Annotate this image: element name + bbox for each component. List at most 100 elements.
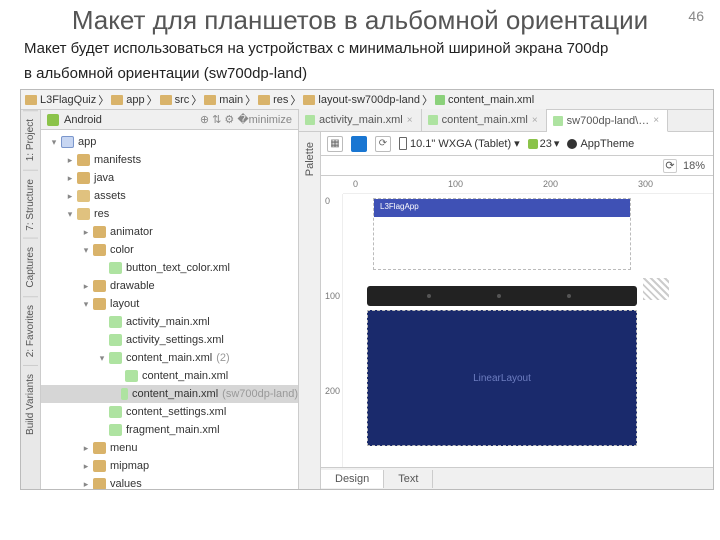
slide-number: 46 (688, 8, 704, 24)
tree-twisty-icon[interactable]: ▸ (65, 155, 75, 166)
folder-icon (93, 442, 106, 454)
breadcrumb-item[interactable]: content_main.xml (435, 94, 534, 106)
tab-favorites[interactable]: 2: Favorites (23, 296, 38, 365)
folder-res-icon (77, 208, 90, 220)
folder-icon (93, 460, 106, 472)
close-icon[interactable]: × (407, 115, 413, 126)
close-icon[interactable]: × (532, 115, 538, 126)
tree-node[interactable]: ▾layout (41, 295, 298, 313)
tree-twisty-icon[interactable]: ▸ (81, 281, 91, 292)
tab-project[interactable]: 1: Project (23, 110, 38, 169)
editor-tab[interactable]: sw700dp-land\…× (547, 110, 668, 132)
design-surface[interactable]: L3FlagApp LinearLayout (343, 194, 713, 467)
tree-node[interactable]: content_settings.xml (41, 403, 298, 421)
orientation-icon[interactable]: ⟳ (375, 136, 391, 152)
folder-icon (77, 172, 90, 184)
breadcrumb-item[interactable]: res (258, 94, 288, 106)
preview-linear-layout[interactable]: LinearLayout (367, 310, 637, 446)
tree-twisty-icon[interactable]: ▾ (81, 299, 91, 310)
folder-icon (25, 95, 37, 105)
palette-pane[interactable]: Palette (299, 132, 321, 489)
tree-node[interactable]: button_text_color.xml (41, 259, 298, 277)
tab-captures[interactable]: Captures (23, 238, 38, 296)
tree-twisty-icon[interactable]: ▸ (81, 227, 91, 238)
preview-appbar-frame[interactable]: L3FlagApp (373, 198, 631, 270)
editor-area: activity_main.xml×content_main.xml×sw700… (299, 110, 713, 489)
tree-node[interactable]: ▸ mipmap (41, 457, 298, 475)
project-pane: Android ⊕ ⇅ ⚙ �minimize ▾app▸manifests▸j… (41, 110, 299, 489)
tree-node[interactable]: fragment_main.xml (41, 421, 298, 439)
tree-node[interactable]: ▸ assets (41, 187, 298, 205)
resize-handle-icon[interactable] (643, 278, 669, 300)
theme-icon (567, 139, 577, 149)
tree-twisty-icon[interactable]: ▸ (81, 461, 91, 472)
tab-structure[interactable]: 7: Structure (23, 170, 38, 239)
tree-node[interactable]: ▸java (41, 169, 298, 187)
tree-twisty-icon[interactable]: ▸ (65, 191, 75, 202)
tree-node[interactable]: ▸drawable (41, 277, 298, 295)
tree-twisty-icon[interactable]: ▾ (97, 353, 107, 364)
preview-device-frame (367, 286, 637, 306)
editor-tab[interactable]: content_main.xml× (422, 109, 547, 131)
breadcrumb-item[interactable]: main (204, 94, 243, 106)
editor-tabs: activity_main.xml×content_main.xml×sw700… (299, 110, 713, 132)
project-view-selector[interactable]: Android ⊕ ⇅ ⚙ �minimize (41, 110, 298, 130)
tree-twisty-icon[interactable]: ▸ (65, 173, 75, 184)
tree-node[interactable]: activity_settings.xml (41, 331, 298, 349)
palette-label: Palette (302, 132, 318, 186)
tree-node[interactable]: ▸menu (41, 439, 298, 457)
tab-build-variants[interactable]: Build Variants (23, 365, 38, 443)
caption-line-2: в альбомной ориентации (sw700dp-land) (0, 63, 720, 88)
breadcrumb-item[interactable]: src (160, 94, 190, 106)
folder-icon (160, 95, 172, 105)
folder-icon (93, 280, 106, 292)
tree-twisty-icon[interactable]: ▾ (65, 209, 75, 220)
project-tree[interactable]: ▾app▸manifests▸java▸assets▾res▸animator▾… (41, 130, 298, 489)
device-selector[interactable]: 10.1" WXGA (Tablet) ▾ (399, 137, 520, 150)
tree-node[interactable]: ▾content_main.xml(2) (41, 349, 298, 367)
theme-label: AppTheme (580, 138, 634, 150)
tree-node[interactable]: ▸manifests (41, 151, 298, 169)
xml-icon (109, 262, 122, 274)
blueprint-icon[interactable] (351, 136, 367, 152)
tree-twisty-icon[interactable]: ▸ (81, 443, 91, 454)
tree-node[interactable]: content_main.xml (41, 367, 298, 385)
tree-node-label: fragment_main.xml (126, 424, 220, 436)
tree-node[interactable]: content_main.xml(sw700dp-land) (41, 385, 298, 403)
tree-node-label: mipmap (110, 460, 149, 472)
tree-node-label: assets (94, 190, 126, 202)
tree-twisty-icon[interactable]: ▾ (81, 245, 91, 256)
tab-text[interactable]: Text (384, 470, 433, 488)
editor-tab[interactable]: activity_main.xml× (299, 109, 422, 131)
xml-file-icon (435, 95, 445, 105)
tree-node-label: content_main.xml (132, 388, 218, 400)
android-icon (47, 114, 59, 126)
theme-selector[interactable]: AppTheme (567, 138, 634, 150)
breadcrumb-item[interactable]: L3FlagQuiz (25, 94, 96, 106)
tree-twisty-icon[interactable]: ▸ (81, 479, 91, 490)
xml-file-icon (553, 116, 563, 126)
project-header-actions[interactable]: ⊕ ⇅ ⚙ �minimize (200, 113, 292, 126)
tree-node[interactable]: ▸values (41, 475, 298, 489)
close-icon[interactable]: × (653, 115, 659, 126)
tree-twisty-icon[interactable]: ▾ (49, 137, 59, 148)
tree-node[interactable]: ▾res (41, 205, 298, 223)
tree-node-suffix: (2) (216, 352, 229, 364)
folder-icon (111, 95, 123, 105)
folder-icon (93, 244, 106, 256)
project-view-label: Android (64, 114, 102, 126)
breadcrumb-item[interactable]: layout-sw700dp-land (303, 94, 420, 106)
tab-design[interactable]: Design (321, 470, 384, 488)
tree-node-label: animator (110, 226, 153, 238)
breadcrumb[interactable]: L3FlagQuiz〉app〉src〉main〉res〉layout-sw700… (21, 90, 713, 110)
tree-node[interactable]: ▾app (41, 133, 298, 151)
view-mode-icon[interactable]: ▦ (327, 136, 343, 152)
zoom-value[interactable]: 18% (683, 160, 705, 172)
tree-node[interactable]: activity_main.xml (41, 313, 298, 331)
tree-node[interactable]: ▾color (41, 241, 298, 259)
breadcrumb-item[interactable]: app (111, 94, 144, 106)
api-selector[interactable]: 23 ▾ (528, 137, 560, 150)
refresh-icon[interactable]: ⟳ (663, 159, 677, 173)
tree-node[interactable]: ▸ animator (41, 223, 298, 241)
xml-icon (125, 370, 138, 382)
